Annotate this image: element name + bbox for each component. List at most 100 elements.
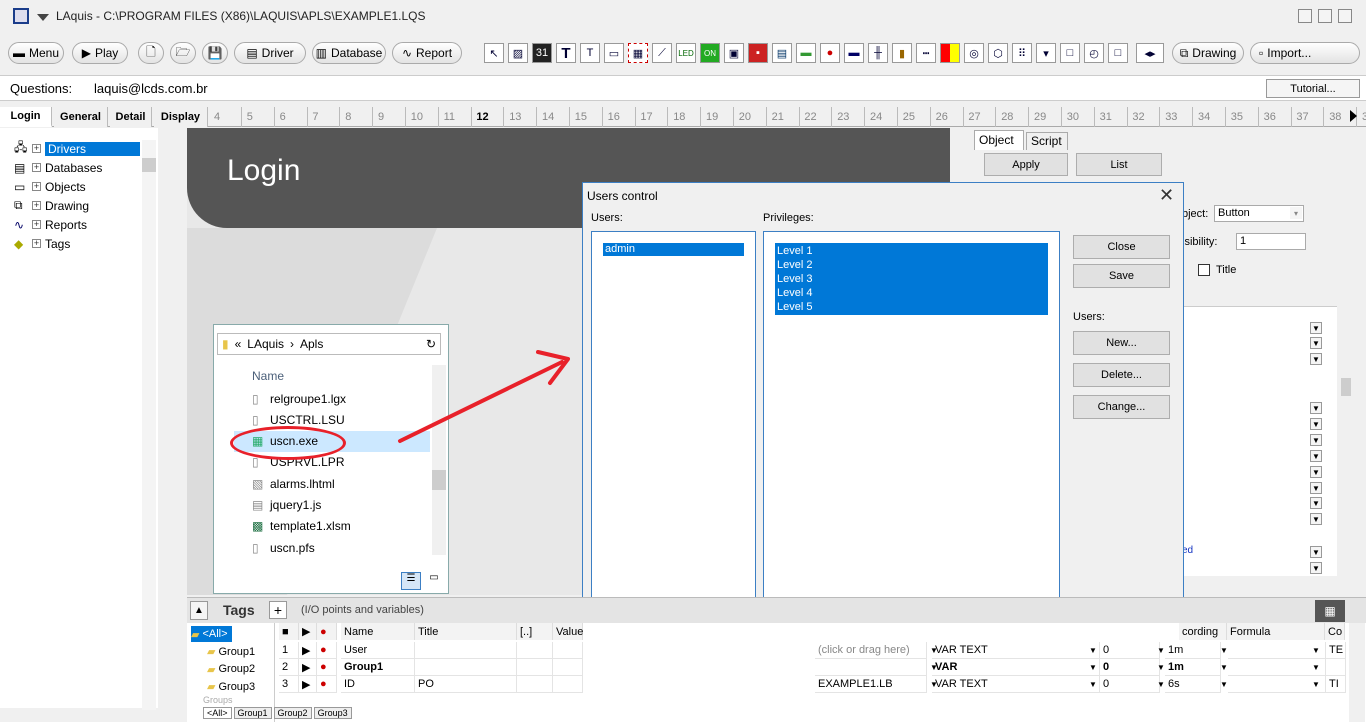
keypad-tool-icon[interactable]: ⠿ (1012, 43, 1032, 63)
tag-index[interactable]: 0 (1100, 676, 1160, 693)
tag-name[interactable]: Group1 (341, 659, 415, 676)
tab-5[interactable]: 5 (243, 107, 275, 127)
group-tab[interactable]: Group3 (313, 707, 352, 719)
tab-12[interactable]: 12 (472, 107, 505, 127)
dialog-close-icon[interactable]: ✕ (1159, 185, 1174, 206)
chevron-down-icon[interactable]: ▼ (1155, 678, 1167, 690)
tab-20[interactable]: 20 (735, 107, 767, 127)
maximize-button[interactable] (1318, 9, 1332, 23)
dial-tool-icon[interactable]: ◎ (964, 43, 984, 63)
button-tool-icon[interactable]: ● (820, 43, 840, 63)
save-button[interactable]: 💾 (202, 42, 228, 64)
tag-title[interactable] (415, 642, 517, 659)
chevron-down-icon[interactable]: ▼ (1218, 661, 1230, 673)
row-record-icon[interactable]: ● (317, 676, 337, 693)
scale-tool-icon[interactable]: ┅ (916, 43, 936, 63)
rectangle-tool-icon[interactable]: □ (1060, 43, 1080, 63)
tag-type[interactable]: VAR TEXT (932, 642, 1100, 659)
tag-type[interactable]: VAR (932, 659, 1100, 676)
column-title[interactable]: Title (415, 623, 517, 640)
file-item[interactable]: ▯ uscn.pfs (234, 537, 430, 558)
tab-general[interactable]: General (54, 107, 108, 127)
row-record-icon[interactable]: ● (317, 659, 337, 676)
select-tool-icon[interactable]: ▦ (628, 43, 648, 63)
tab-10[interactable]: 10 (407, 107, 439, 127)
title-checkbox[interactable] (1198, 264, 1210, 276)
bar-tool-icon[interactable]: ▬ (796, 43, 816, 63)
tag-value[interactable] (553, 676, 583, 693)
tab-7[interactable]: 7 (308, 107, 341, 127)
privileges-list[interactable]: Level 1 Level 2 Level 3 Level 4 Level 5 (763, 231, 1060, 615)
chevron-down-icon[interactable]: ▼ (1087, 678, 1099, 690)
tree-item-drivers[interactable]: 🖧 + Drivers (14, 140, 140, 157)
tab-34[interactable]: 34 (1194, 107, 1226, 127)
dropdown-tool-icon[interactable]: ▾ (1036, 43, 1056, 63)
change-user-button[interactable]: Change... (1073, 395, 1170, 419)
tab-21[interactable]: 21 (768, 107, 800, 127)
group-tab[interactable]: Group1 (233, 707, 272, 719)
close-button[interactable]: Close (1073, 235, 1170, 259)
tab-16[interactable]: 16 (604, 107, 636, 127)
list-item[interactable]: Level 2 (775, 258, 1048, 272)
chevron-down-icon[interactable]: ▼ (1155, 661, 1167, 673)
screen-tool-icon[interactable]: ▤ (772, 43, 792, 63)
delete-user-button[interactable]: Delete... (1073, 363, 1170, 387)
chevron-down-icon[interactable]: ▼ (1218, 644, 1230, 656)
drawing-button[interactable]: ⧉ Drawing (1172, 42, 1244, 64)
list-item[interactable]: Level 4 (775, 286, 1048, 300)
column-value[interactable]: Value (553, 623, 583, 640)
add-tag-button[interactable]: + (269, 601, 287, 619)
expand-icon[interactable]: + (32, 220, 41, 229)
tab-37[interactable]: 37 (1292, 107, 1325, 127)
chevron-down-icon[interactable]: ▼ (1310, 513, 1322, 525)
alarm-tool-icon[interactable]: ▪ (748, 43, 768, 63)
tab-9[interactable]: 9 (374, 107, 406, 127)
clock-tool-icon[interactable]: ◴ (1084, 43, 1104, 63)
row-number[interactable]: 2 (279, 659, 299, 676)
tab-32[interactable]: 32 (1128, 107, 1161, 127)
name-column-header[interactable]: Name (252, 369, 284, 383)
tab-31[interactable]: 31 (1096, 107, 1128, 127)
save-button[interactable]: Save (1073, 264, 1170, 288)
chevron-down-icon[interactable]: ▼ (1310, 546, 1322, 558)
expand-icon[interactable]: + (32, 182, 41, 191)
tab-30[interactable]: 30 (1063, 107, 1095, 127)
tag-source[interactable]: EXAMPLE1.LB (815, 676, 927, 693)
play-button[interactable]: ▶ Play (72, 42, 128, 64)
chevron-down-icon[interactable]: ▼ (1310, 418, 1322, 430)
chevron-down-icon[interactable]: ▼ (1310, 482, 1322, 494)
chevron-down-icon[interactable] (37, 14, 49, 21)
tree-item-drawing[interactable]: ⧉ + Drawing (14, 197, 89, 214)
tag-recording[interactable]: 1m (1165, 659, 1221, 676)
led-tool-icon[interactable]: LED (676, 43, 696, 63)
tag-type[interactable]: VAR TEXT (932, 676, 1100, 693)
app-icon[interactable] (13, 8, 29, 24)
tree-item-reports[interactable]: ∿ + Reports (14, 216, 87, 233)
tag-name[interactable]: ID (341, 676, 415, 693)
scroll-right-icon[interactable] (1350, 110, 1357, 122)
tab-19[interactable]: 19 (702, 107, 734, 127)
tab-script[interactable]: Script (1026, 132, 1068, 150)
list-item[interactable]: Level 3 (775, 272, 1048, 286)
tag-expand[interactable] (517, 676, 553, 693)
tab-27[interactable]: 27 (964, 107, 997, 127)
gauge-tool-icon[interactable]: ▬ (844, 43, 864, 63)
tree-item-tags[interactable]: ◆ + Tags (14, 235, 70, 252)
properties-scrollbar[interactable] (1338, 306, 1354, 576)
row-record-icon[interactable]: ● (317, 642, 337, 659)
chevron-down-icon[interactable]: ▼ (1310, 322, 1322, 334)
file-item[interactable]: ▤ jquery1.js (234, 495, 430, 516)
tab-login[interactable]: Login (0, 107, 52, 127)
color-tool-icon[interactable] (940, 43, 960, 63)
column-name[interactable]: Name (341, 623, 415, 640)
tab-26[interactable]: 26 (932, 107, 964, 127)
import-button[interactable]: ▫ Import... (1250, 42, 1360, 64)
chevron-down-icon[interactable]: ▼ (1310, 661, 1322, 673)
column-recording[interactable]: cording (1179, 623, 1227, 640)
chevron-down-icon[interactable]: ▼ (928, 644, 940, 656)
tag-comment[interactable] (1326, 659, 1346, 676)
database-button[interactable]: ▥ Database (312, 42, 386, 64)
tag-recording[interactable]: 1m (1165, 642, 1221, 659)
list-item[interactable]: admin (602, 242, 745, 257)
details-view-icon[interactable]: ☰ (401, 572, 421, 590)
